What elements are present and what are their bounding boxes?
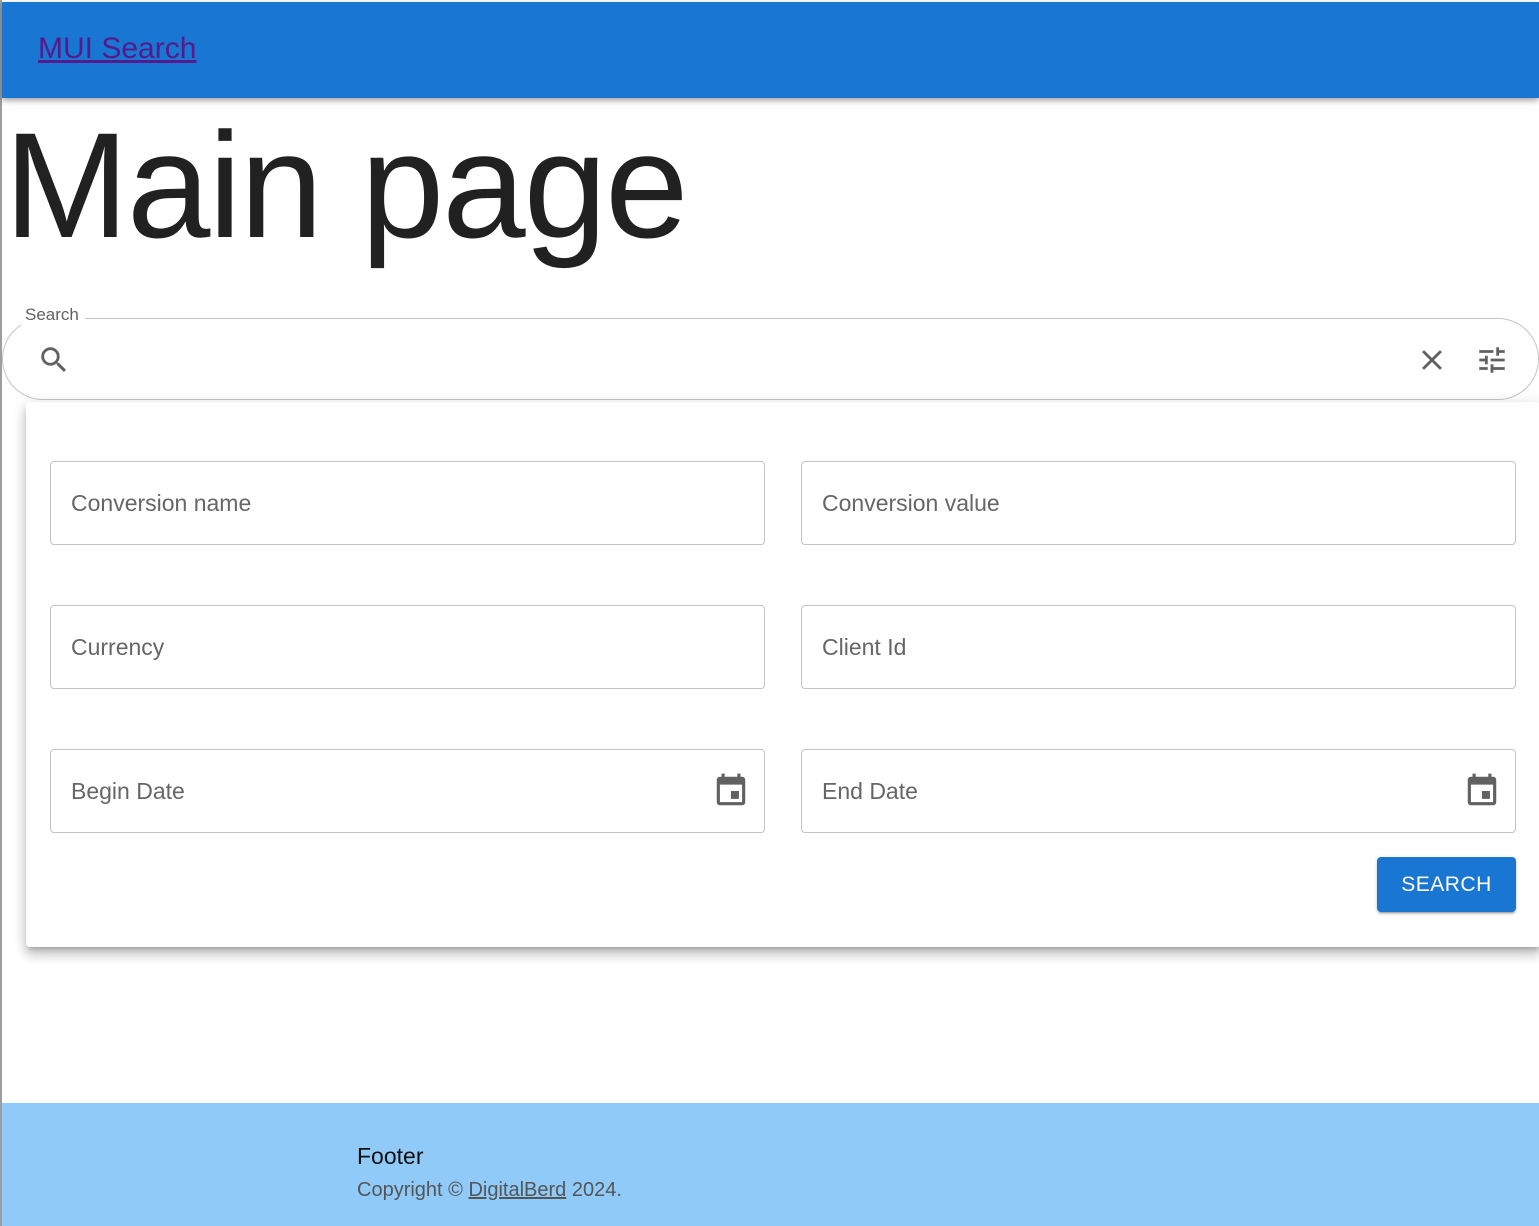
currency-field[interactable] <box>50 605 765 689</box>
currency-input[interactable] <box>51 606 764 688</box>
filter-panel: SEARCH <box>26 402 1539 947</box>
close-icon[interactable] <box>1415 343 1449 377</box>
footer-title: Footer <box>357 1143 424 1169</box>
begin-date-field[interactable] <box>50 749 765 833</box>
search-input[interactable] <box>87 337 1387 381</box>
conversion-name-input[interactable] <box>51 462 764 544</box>
search-label: Search <box>19 305 85 325</box>
begin-date-input[interactable] <box>51 750 764 832</box>
client-id-field[interactable] <box>801 605 1516 689</box>
client-id-input[interactable] <box>802 606 1515 688</box>
app-title-link[interactable]: MUI Search <box>38 32 196 66</box>
company-link[interactable]: DigitalBerd <box>468 1179 566 1201</box>
footer: Footer Copyright © DigitalBerd 2024. <box>2 1103 1539 1226</box>
app-bar: MUI Search <box>2 2 1539 98</box>
copyright-year: 2024. <box>571 1179 622 1201</box>
conversion-name-field[interactable] <box>50 461 765 545</box>
calendar-icon[interactable] <box>712 772 750 810</box>
footer-copyright: Copyright © DigitalBerd 2024. <box>357 1179 622 1202</box>
conversion-value-input[interactable] <box>802 462 1515 544</box>
search-button[interactable]: SEARCH <box>1377 857 1516 912</box>
copyright-prefix: Copyright © <box>357 1179 463 1201</box>
search-bar: Search <box>2 305 1539 400</box>
end-date-field[interactable] <box>801 749 1516 833</box>
calendar-icon[interactable] <box>1463 772 1501 810</box>
search-icon <box>41 347 67 373</box>
conversion-value-field[interactable] <box>801 461 1516 545</box>
tune-icon[interactable] <box>1475 343 1509 377</box>
page-title: Main page <box>4 101 688 269</box>
end-date-input[interactable] <box>802 750 1515 832</box>
